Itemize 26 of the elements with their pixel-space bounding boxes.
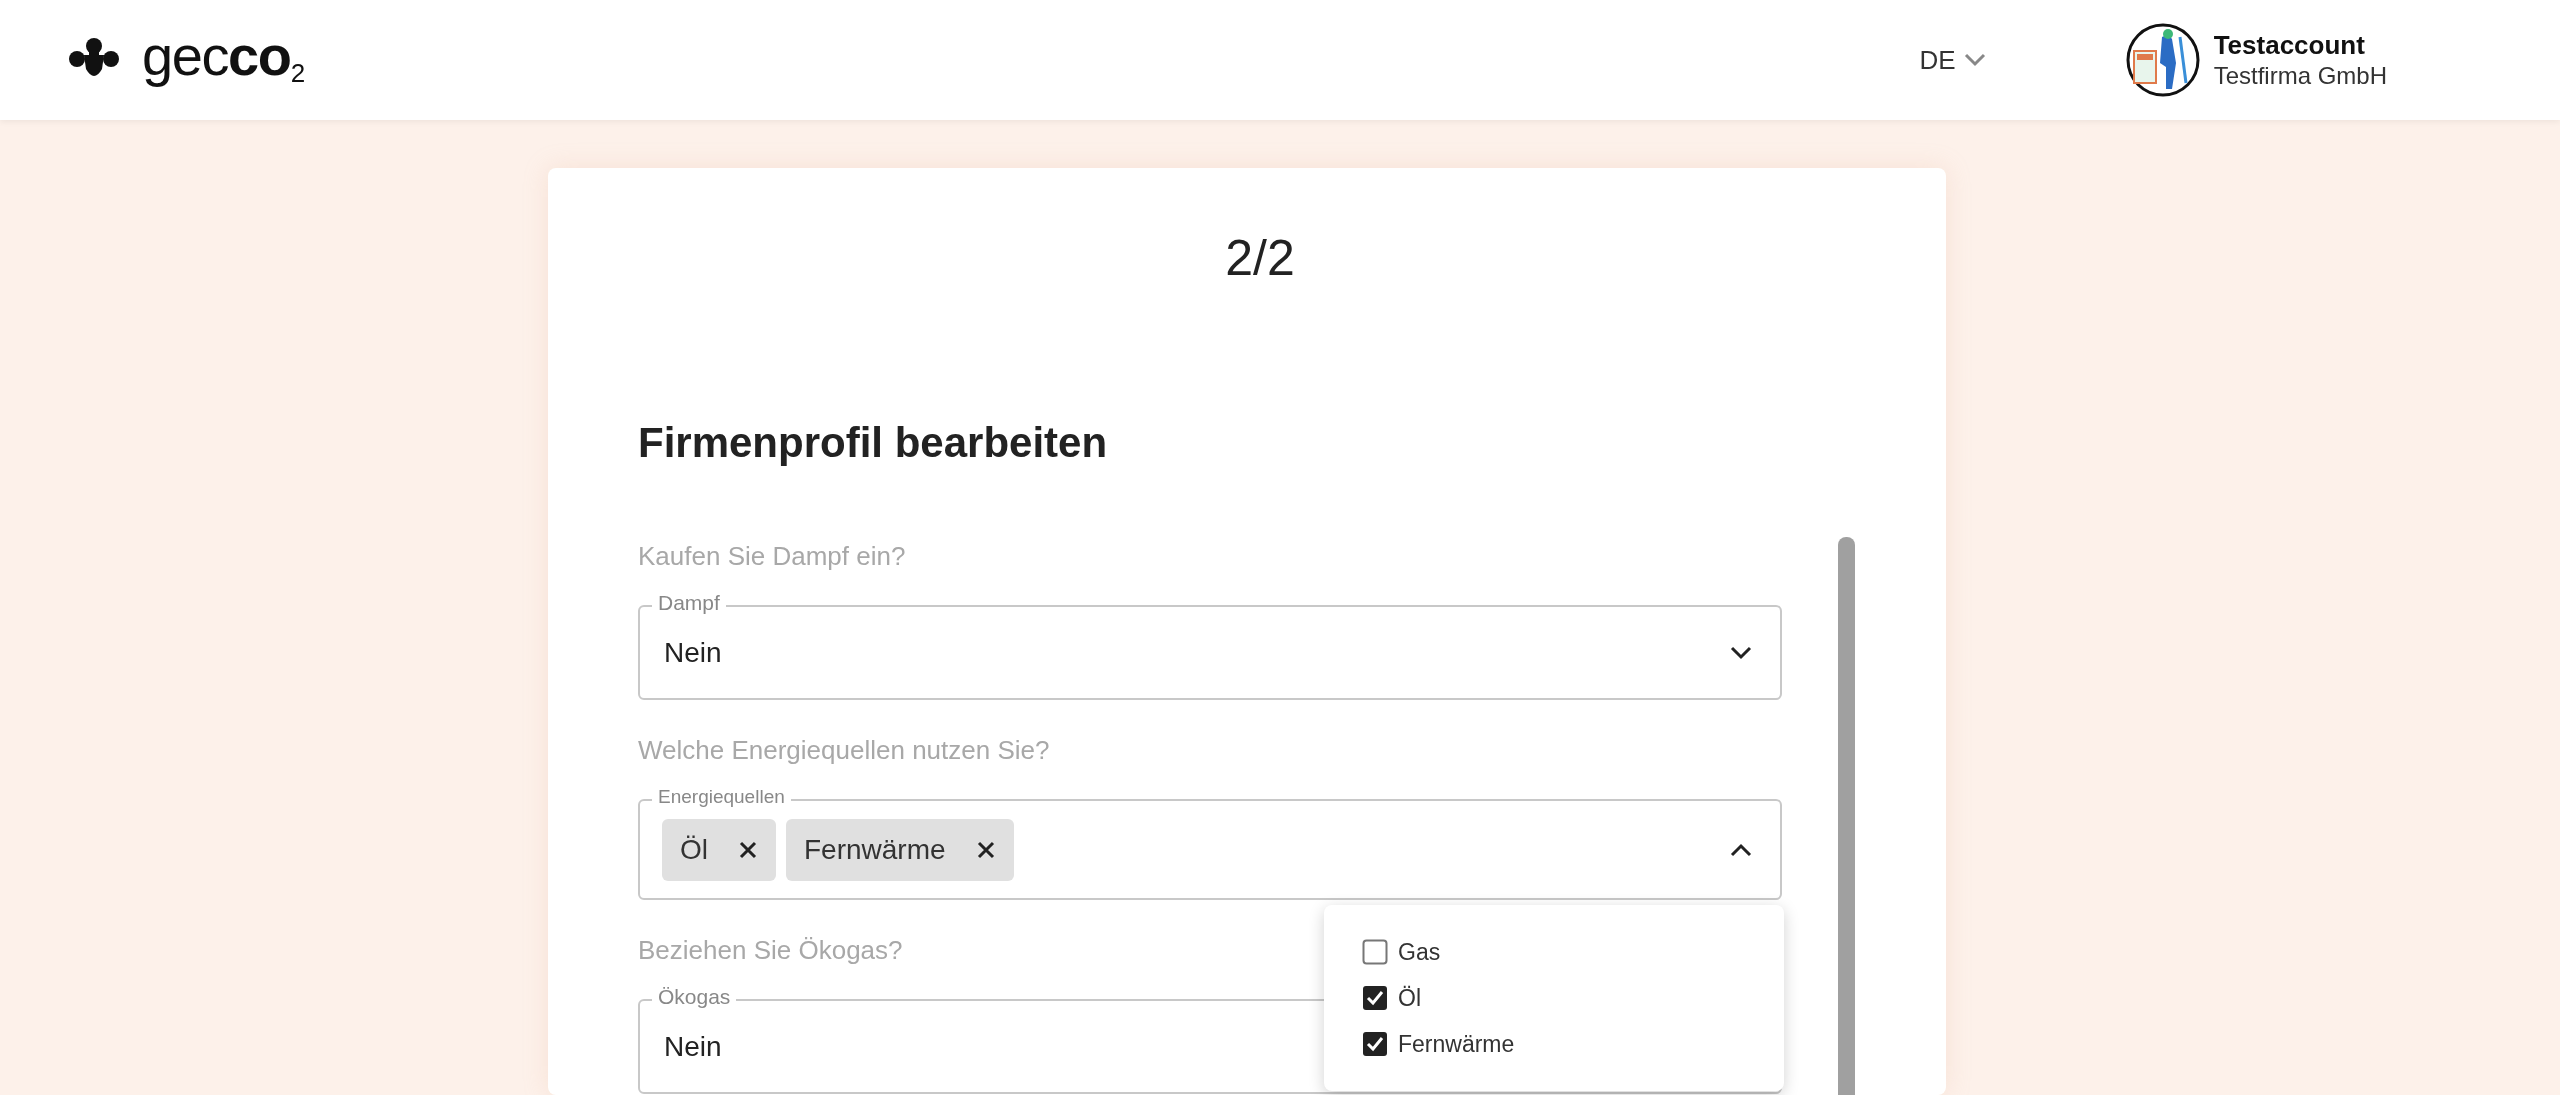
step-counter: 2/2	[1225, 231, 1295, 285]
chevron-up-icon	[1730, 842, 1752, 857]
avatar-icon[interactable]	[2125, 23, 2200, 97]
question-text: Beziehen Sie Ökogas?	[638, 934, 903, 967]
question-text: Kaufen Sie Dampf ein?	[638, 540, 906, 573]
chevron-down-icon	[1730, 645, 1752, 660]
close-icon[interactable]	[738, 839, 758, 860]
checkbox[interactable]	[1362, 985, 1388, 1011]
field-label: Ökogas	[652, 984, 737, 1010]
checkbox[interactable]	[1362, 1031, 1388, 1057]
scrollbar[interactable]	[1838, 537, 1855, 1095]
account-name: Testaccount	[2213, 28, 2366, 62]
selection-chip[interactable]: Öl	[662, 818, 776, 881]
checkbox[interactable]	[1362, 939, 1388, 965]
selection-chip[interactable]: Fernwärme	[786, 818, 1014, 881]
form-title: Firmenprofil bearbeiten	[638, 418, 1109, 468]
logo-text[interactable]: gecco$_{2}$	[142, 28, 304, 92]
option-checkbox[interactable]: Gas	[1362, 938, 1784, 966]
chip-label: Öl	[680, 832, 708, 867]
question-text: Welche Energiequellen nutzen Sie?	[638, 734, 1050, 767]
company-name: Testfirma GmbH	[2213, 61, 2387, 92]
chip-label: Fernwärme	[804, 832, 946, 867]
close-icon[interactable]	[975, 839, 996, 860]
option-checkbox[interactable]: Fernwärme	[1362, 1030, 1784, 1058]
chevron-down-icon	[1963, 53, 1986, 67]
language-selector[interactable]: DE	[1919, 40, 1986, 80]
